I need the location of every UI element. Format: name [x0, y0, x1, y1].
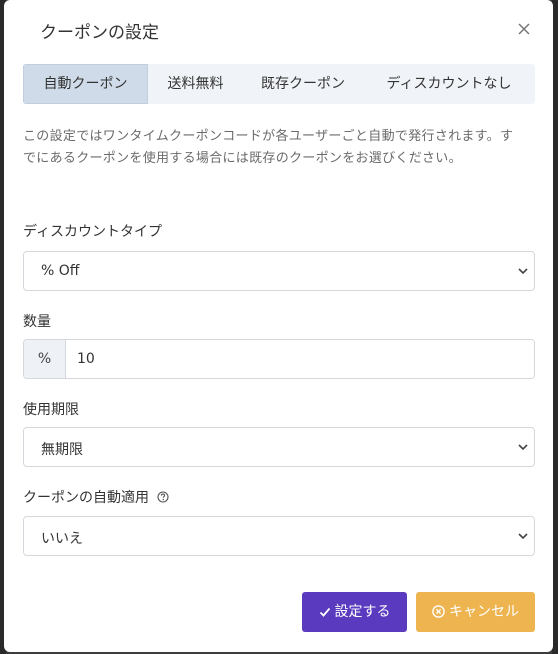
check-icon [319, 607, 330, 617]
cancel-button-label: キャンセル [449, 604, 519, 620]
discount-type-select[interactable]: % Off [23, 251, 535, 291]
tab-existing-coupon[interactable]: 既存クーポン [243, 64, 363, 104]
amount-input[interactable] [66, 340, 534, 378]
save-button-label: 設定する [334, 604, 391, 620]
modal-header: クーポンの設定 [4, 0, 553, 60]
tab-no-discount[interactable]: ディスカウントなし [363, 64, 535, 104]
expiry-select[interactable]: 無期限 [23, 427, 535, 467]
cancel-button[interactable]: キャンセル [416, 592, 535, 632]
amount-input-group: % [23, 339, 535, 379]
chevron-down-icon [518, 444, 528, 451]
discount-type-value: % Off [41, 263, 80, 279]
tab-auto-coupon[interactable]: 自動クーポン [23, 64, 148, 104]
chevron-down-icon [518, 268, 528, 275]
chevron-down-icon [518, 533, 528, 540]
auto-apply-label-row: クーポンの自動適用 [23, 487, 169, 507]
auto-apply-select[interactable]: いいえ [23, 516, 535, 556]
modal-title: クーポンの設定 [40, 23, 159, 43]
discount-type-label: ディスカウントタイプ [23, 224, 163, 240]
help-icon[interactable] [157, 491, 169, 503]
auto-apply-label: クーポンの自動適用 [23, 490, 149, 506]
coupon-type-tabs: 自動クーポン 送料無料 既存クーポン ディスカウントなし [23, 64, 535, 104]
expiry-label: 使用期限 [23, 402, 79, 418]
cancel-circle-icon [432, 605, 445, 618]
save-button[interactable]: 設定する [302, 592, 407, 632]
close-icon [518, 23, 530, 35]
amount-label: 数量 [23, 314, 51, 330]
coupon-settings-modal: クーポンの設定 自動クーポン 送料無料 既存クーポン ディスカウントなし この設… [4, 0, 553, 652]
close-button[interactable] [515, 20, 533, 38]
percent-addon: % [24, 340, 66, 378]
expiry-value: 無期限 [41, 442, 83, 458]
auto-apply-value: いいえ [41, 531, 83, 547]
description-text: この設定ではワンタイムクーポンコードが各ユーザーごと自動で発行されます。すでにあ… [23, 129, 514, 166]
tab-free-shipping[interactable]: 送料無料 [148, 64, 243, 104]
